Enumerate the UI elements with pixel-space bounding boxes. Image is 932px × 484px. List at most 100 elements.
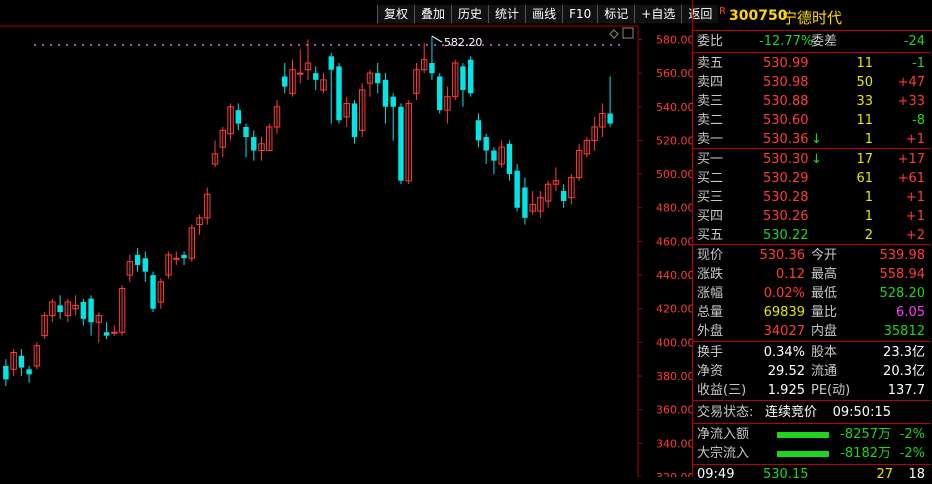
dotted-reference <box>290 44 292 46</box>
candle-body <box>375 73 381 84</box>
candle-body <box>390 96 396 107</box>
candle-body <box>475 120 482 141</box>
toolbar-button[interactable]: +自选 <box>634 5 682 23</box>
dotted-reference <box>434 44 436 46</box>
candle-body <box>514 170 520 208</box>
dotted-reference <box>178 44 180 46</box>
candle-body <box>506 143 513 175</box>
ask-volume: 1 <box>864 132 873 147</box>
dotted-reference <box>130 44 132 46</box>
kline-svg[interactable]: 580.00 560.00 540.00 520.00 500.00 480.00 460.… <box>0 0 692 477</box>
candle-body <box>18 355 25 368</box>
stock-badge: R <box>719 6 726 17</box>
kline-chart[interactable]: 580.00 560.00 540.00 520.00 500.00 480.00 460.… <box>0 0 719 477</box>
weicha-label: 委差 <box>811 34 838 49</box>
fund-label: 股本 <box>811 345 838 360</box>
quote-value: 539.98 <box>879 248 926 263</box>
fund-label: 收益(三) <box>697 383 747 398</box>
tick-row: 09:49 530.15 27 18 <box>693 465 931 484</box>
ask-row: 卖五 530.99 11 -1 <box>693 54 931 73</box>
toolbar-button[interactable]: 画线 <box>525 5 563 23</box>
candle-body <box>483 137 489 151</box>
dotted-reference <box>594 44 596 46</box>
bid-volume: 61 <box>856 171 873 186</box>
dotted-reference <box>50 44 52 46</box>
quote-panel: R 300750 宁德时代 委比 -12.77% 委差 -24 卖五 530.99 11 -1… <box>692 0 932 482</box>
dotted-reference <box>418 44 420 46</box>
bid-change: +61 <box>897 171 925 186</box>
weibi-value: -12.77% <box>759 34 814 49</box>
tick-time: 09:49 <box>697 467 735 482</box>
quote-row: 外盘 34027 内盘 35812 <box>693 322 931 341</box>
dotted-reference <box>354 44 356 46</box>
dotted-reference <box>170 44 172 46</box>
dotted-reference <box>298 44 300 46</box>
fund-label: 流通 <box>811 364 838 379</box>
quote-label: 涨跌 <box>697 267 724 282</box>
high-annotation: 582.20 <box>444 36 483 49</box>
candle-body <box>142 258 149 272</box>
divider <box>693 244 931 245</box>
dotted-reference <box>58 44 60 46</box>
dotted-reference <box>186 44 188 46</box>
quote-value: 0.02% <box>763 286 805 301</box>
bid-label: 买二 <box>697 171 724 186</box>
diamond-icon <box>609 29 619 39</box>
y-tick-label: 420.00 <box>656 303 692 316</box>
y-tick-label: 540.00 <box>656 101 692 114</box>
dotted-reference <box>402 44 404 46</box>
stock-header: R 300750 宁德时代 <box>693 0 932 31</box>
toolbar-button[interactable]: 统计 <box>488 5 526 23</box>
candle-body <box>88 298 94 323</box>
candle-body <box>150 275 156 309</box>
dotted-reference <box>490 44 492 46</box>
fund-label: PE(动) <box>811 383 851 398</box>
bid-volume: 17 <box>856 152 873 167</box>
dotted-reference <box>234 44 236 46</box>
bid-change: +17 <box>897 152 925 167</box>
fund-value: 1.925 <box>767 383 805 398</box>
y-tick-label: 320.00 <box>656 471 692 477</box>
dotted-reference <box>202 44 204 46</box>
dotted-reference <box>138 44 140 46</box>
dotted-reference <box>426 44 428 46</box>
dotted-reference <box>226 44 228 46</box>
quote-label: 量比 <box>811 305 838 320</box>
dotted-reference <box>546 44 548 46</box>
dotted-reference <box>394 44 396 46</box>
fund-value: 0.34% <box>763 345 805 360</box>
flow-bar <box>777 451 829 457</box>
quote-value: 530.36 <box>759 248 806 263</box>
fund-row: 收益(三) 1.925 PE(动) 137.7 <box>693 381 931 400</box>
ask-row: 卖四 530.98 50 +47 <box>693 73 931 92</box>
quote-label: 外盘 <box>697 324 724 339</box>
dotted-reference <box>570 44 572 46</box>
toolbar-button[interactable]: 叠加 <box>414 5 452 23</box>
bid-label: 买三 <box>697 190 724 205</box>
dotted-reference <box>218 44 220 46</box>
toolbar-button[interactable]: 标记 <box>597 5 635 23</box>
tick-count: 18 <box>908 467 925 482</box>
flow-pct: -2% <box>899 446 925 461</box>
toolbar-button[interactable]: 历史 <box>451 5 489 23</box>
quote-row: 总量 69839 量比 6.05 <box>693 303 931 322</box>
toolbar-button[interactable]: F10 <box>562 5 598 23</box>
candle-body <box>3 365 9 380</box>
candle-body <box>491 150 497 161</box>
dotted-reference <box>98 44 100 46</box>
divider <box>693 52 931 53</box>
flow-value: -8257万 <box>840 427 891 442</box>
bid-volume: 1 <box>864 190 873 205</box>
ask-row: 卖二 530.60 11 -8 <box>693 111 931 130</box>
y-tick-label: 440.00 <box>656 269 692 282</box>
down-arrow-icon: ↓ <box>811 152 822 167</box>
bid-change: +2 <box>905 228 925 243</box>
toolbar-button[interactable]: 复权 <box>377 5 415 23</box>
ask-label: 卖一 <box>697 132 724 147</box>
quote-value: 35812 <box>883 324 925 339</box>
bid-price: 530.28 <box>763 190 809 205</box>
dotted-reference <box>154 44 156 46</box>
dotted-reference <box>530 44 532 46</box>
ask-change: +1 <box>905 132 925 147</box>
dotted-reference <box>194 44 196 46</box>
